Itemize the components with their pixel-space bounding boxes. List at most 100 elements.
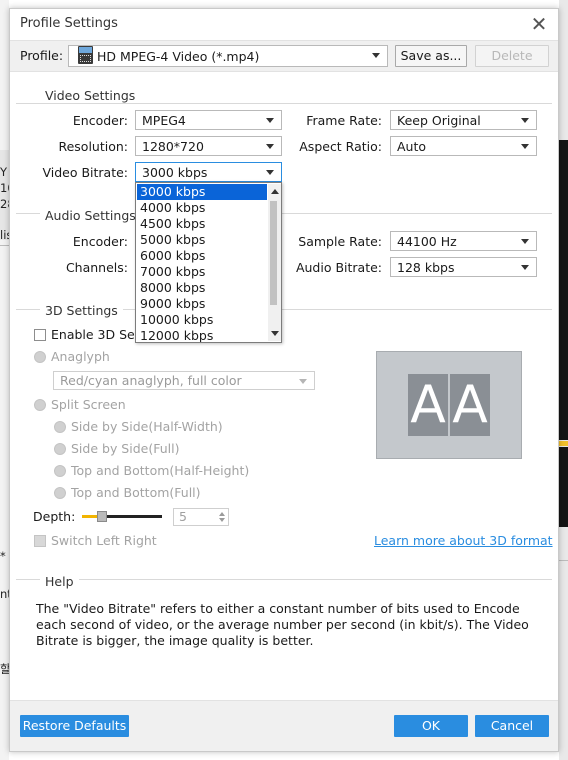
- bitrate-option[interactable]: 8000 kbps: [137, 280, 267, 296]
- 3d-preview-image: A A: [376, 351, 522, 459]
- audio-settings-title: Audio Settings: [40, 208, 141, 223]
- split-screen-radio[interactable]: [34, 399, 46, 411]
- preview-left-letter: A: [408, 374, 448, 436]
- enable-3d-checkbox[interactable]: [34, 329, 46, 341]
- top-bottom-full-label: Top and Bottom(Full): [71, 485, 201, 500]
- learn-more-3d-link[interactable]: Learn more about 3D format: [374, 533, 553, 548]
- background-text: lis: [0, 228, 9, 242]
- resolution-value: 1280*720: [142, 139, 204, 154]
- switch-left-right-label: Switch Left Right: [51, 533, 157, 548]
- restore-defaults-button[interactable]: Restore Defaults: [20, 715, 129, 737]
- profile-settings-dialog: Profile Settings ✕ Profile: HD MPEG-4 Vi…: [9, 8, 559, 752]
- background-text: 28: [0, 197, 9, 211]
- video-encoder-label: Encoder:: [72, 113, 128, 128]
- scroll-down-icon[interactable]: [271, 331, 279, 336]
- side-by-side-full-radio[interactable]: [54, 443, 66, 455]
- profile-bar: Profile: HD MPEG-4 Video (*.mp4) Save as…: [10, 40, 558, 72]
- dialog-footer: Restore Defaults OK Cancel: [10, 700, 558, 751]
- anaglyph-label: Anaglyph: [51, 349, 110, 364]
- video-bitrate-label: Video Bitrate:: [42, 165, 128, 180]
- chevron-down-icon: [372, 53, 380, 58]
- split-screen-label: Split Screen: [51, 397, 126, 412]
- title-bar: Profile Settings ✕: [10, 9, 558, 39]
- video-encoder-select[interactable]: MPEG4: [135, 110, 282, 130]
- sample-rate-select[interactable]: 44100 Hz: [390, 231, 537, 251]
- anaglyph-select[interactable]: Red/cyan anaglyph, full color: [53, 371, 315, 390]
- background-text: nt: [0, 587, 9, 601]
- video-bitrate-value: 3000 kbps: [142, 165, 208, 180]
- side-by-side-full-label: Side by Side(Full): [71, 441, 180, 456]
- chevron-down-icon: [521, 239, 529, 244]
- aspect-ratio-select[interactable]: Auto: [390, 136, 537, 156]
- audio-bitrate-select[interactable]: 128 kbps: [390, 257, 537, 277]
- audio-bitrate-value: 128 kbps: [397, 260, 455, 275]
- save-as-button[interactable]: Save as...: [395, 45, 467, 67]
- frame-rate-select[interactable]: Keep Original: [390, 110, 537, 130]
- side-by-side-half-label: Side by Side(Half-Width): [71, 419, 223, 434]
- dropdown-scrollbar-thumb[interactable]: [270, 201, 277, 305]
- sample-rate-label: Sample Rate:: [298, 234, 382, 249]
- profile-select-value: HD MPEG-4 Video (*.mp4): [97, 49, 260, 64]
- chevron-down-icon: [521, 144, 529, 149]
- bitrate-option[interactable]: 4000 kbps: [137, 200, 267, 216]
- cancel-button[interactable]: Cancel: [475, 715, 549, 737]
- background-app-right: [559, 0, 568, 760]
- bitrate-option[interactable]: 5000 kbps: [137, 232, 267, 248]
- delete-button[interactable]: Delete: [475, 45, 549, 67]
- background-divider: [559, 560, 568, 561]
- chevron-down-icon: [521, 118, 529, 123]
- side-by-side-half-radio[interactable]: [54, 421, 66, 433]
- 3d-settings-title: 3D Settings: [40, 303, 123, 318]
- top-bottom-half-label: Top and Bottom(Half-Height): [71, 463, 250, 478]
- video-settings-title: Video Settings: [40, 88, 141, 103]
- video-bitrate-dropdown-list: 3000 kbps 4000 kbps 4500 kbps 5000 kbps …: [135, 182, 282, 343]
- scroll-up-icon[interactable]: [271, 189, 279, 194]
- chevron-down-icon: [266, 170, 274, 175]
- background-panel: [0, 150, 9, 240]
- bitrate-option[interactable]: 10000 kbps: [137, 312, 267, 328]
- frame-rate-value: Keep Original: [397, 113, 481, 128]
- ok-button[interactable]: OK: [394, 715, 468, 737]
- top-bottom-full-radio[interactable]: [54, 487, 66, 499]
- profile-select[interactable]: HD MPEG-4 Video (*.mp4): [68, 45, 388, 67]
- background-text: 할: [0, 662, 9, 676]
- background-progress: [559, 441, 568, 446]
- background-text: Y: [0, 165, 8, 179]
- spin-up-icon[interactable]: [219, 512, 225, 516]
- chevron-down-icon: [266, 118, 274, 123]
- background-text: *: [0, 549, 6, 563]
- help-title: Help: [40, 574, 79, 589]
- background-video-area: [559, 447, 568, 527]
- video-bitrate-select[interactable]: 3000 kbps: [135, 162, 282, 182]
- video-encoder-value: MPEG4: [142, 113, 186, 128]
- profile-label: Profile:: [20, 48, 64, 63]
- spin-down-icon[interactable]: [219, 518, 225, 522]
- sample-rate-value: 44100 Hz: [397, 234, 457, 249]
- aspect-ratio-label: Aspect Ratio:: [299, 139, 382, 154]
- bitrate-option[interactable]: 12000 kbps: [137, 328, 267, 342]
- depth-slider-handle[interactable]: [97, 511, 107, 522]
- close-icon[interactable]: ✕: [526, 11, 552, 37]
- resolution-label: Resolution:: [58, 139, 128, 154]
- depth-spinbox[interactable]: 5: [173, 508, 229, 526]
- bitrate-option[interactable]: 9000 kbps: [137, 296, 267, 312]
- background-app-left: Y 10 28 lis * nt 할: [0, 0, 9, 760]
- audio-bitrate-label: Audio Bitrate:: [295, 260, 382, 275]
- bitrate-option[interactable]: 3000 kbps: [137, 184, 267, 200]
- resolution-select[interactable]: 1280*720: [135, 136, 282, 156]
- aspect-ratio-value: Auto: [397, 139, 427, 154]
- anaglyph-value: Red/cyan anaglyph, full color: [60, 373, 242, 388]
- background-text: 10: [0, 181, 9, 195]
- switch-left-right-checkbox[interactable]: [34, 535, 46, 547]
- dialog-title: Profile Settings: [20, 16, 118, 31]
- depth-label: Depth:: [33, 509, 76, 524]
- help-group-divider: [16, 579, 552, 580]
- bitrate-option[interactable]: 7000 kbps: [137, 264, 267, 280]
- channels-label: Channels:: [65, 260, 128, 275]
- anaglyph-radio[interactable]: [34, 351, 46, 363]
- bitrate-option[interactable]: 4500 kbps: [137, 216, 267, 232]
- top-bottom-half-radio[interactable]: [54, 465, 66, 477]
- preview-right-letter: A: [450, 374, 490, 436]
- video-group-divider: [16, 103, 552, 104]
- bitrate-option[interactable]: 6000 kbps: [137, 248, 267, 264]
